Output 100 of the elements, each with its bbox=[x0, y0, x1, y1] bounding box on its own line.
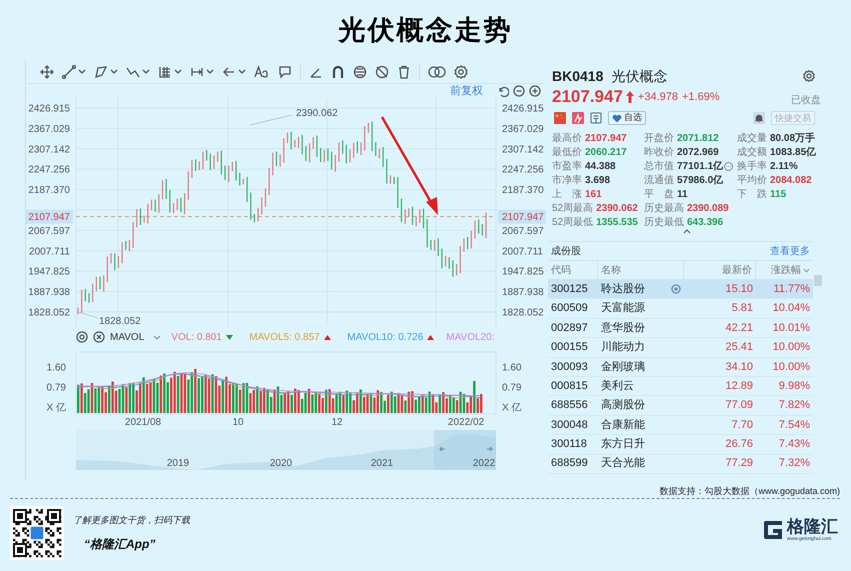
axis-label: 1.60 bbox=[46, 362, 66, 374]
caret-icon[interactable] bbox=[238, 68, 246, 75]
caret-icon[interactable] bbox=[174, 68, 182, 75]
limit-up-icon[interactable] bbox=[572, 112, 584, 124]
stat-value: 80.08万手 bbox=[770, 132, 816, 146]
handle-icon[interactable] bbox=[486, 446, 493, 452]
caret-icon[interactable] bbox=[153, 334, 162, 340]
table-row[interactable]: 002897 意华股份 42.21 10.01% bbox=[548, 318, 813, 338]
high-label: 2390.062 bbox=[296, 108, 338, 119]
stock-code: 688556 bbox=[551, 399, 588, 412]
table-row[interactable]: 300048 合康新能 7.70 7.54% bbox=[548, 416, 813, 436]
stat-label: 市盈率 bbox=[552, 160, 582, 174]
column-header[interactable]: 最新价 bbox=[722, 262, 752, 278]
legend-label: MAVOL20: bbox=[446, 330, 494, 344]
caret-icon[interactable] bbox=[110, 68, 118, 75]
stock-code: 300118 bbox=[551, 438, 587, 450]
stat-label: 昨收价 bbox=[644, 146, 674, 160]
axis-label: 0.79 bbox=[46, 382, 66, 394]
grid-tool-icon[interactable] bbox=[158, 64, 172, 78]
table-row[interactable]: 300125 聆达股份 15.10 11.77% bbox=[548, 280, 813, 300]
app-name: “格隆汇App” bbox=[84, 536, 156, 552]
stock-change: 11.77% bbox=[774, 282, 810, 295]
axis-label: 2367.029 bbox=[502, 124, 544, 135]
document-icon[interactable] bbox=[590, 112, 602, 124]
settings-icon[interactable] bbox=[803, 70, 815, 82]
scrollbar-thumb[interactable] bbox=[814, 275, 822, 286]
stat-value: 115 bbox=[770, 188, 786, 202]
stock-name: 意华股份 bbox=[601, 320, 645, 336]
stat-label: 最高价 bbox=[552, 132, 582, 146]
stock-name: 聆达股份 bbox=[601, 282, 645, 297]
magnet-icon[interactable] bbox=[331, 64, 345, 78]
stock-change: 7.43% bbox=[778, 438, 810, 450]
text-tool-icon[interactable] bbox=[254, 64, 270, 78]
table-row[interactable]: 688556 高测股份 77.09 7.82% bbox=[548, 396, 813, 416]
stat-value: 2.11% bbox=[770, 160, 798, 174]
column-header[interactable]: 涨跌幅 bbox=[771, 262, 801, 278]
price-change: +34.978 bbox=[638, 90, 678, 105]
stock-price: 7.70 bbox=[732, 418, 753, 431]
handle-icon[interactable] bbox=[439, 446, 446, 452]
settings-icon[interactable] bbox=[454, 64, 468, 78]
caret-icon[interactable] bbox=[142, 68, 150, 75]
year-label: 2019 bbox=[166, 458, 190, 469]
zoom-out-icon[interactable] bbox=[513, 85, 525, 97]
axis-label: 2007.711 bbox=[502, 246, 543, 258]
move-icon[interactable] bbox=[40, 64, 54, 78]
stock-price: 5.81 bbox=[732, 302, 753, 314]
close-icon[interactable] bbox=[93, 331, 105, 343]
overlap-icon[interactable] bbox=[428, 64, 446, 78]
stat-value: 1355.535 bbox=[596, 216, 638, 230]
axis-label: 1947.825 bbox=[28, 266, 70, 278]
low-label: 1828.052 bbox=[99, 316, 141, 326]
stock-code: 300125 bbox=[551, 282, 588, 295]
axis-label: 2247.256 bbox=[502, 164, 544, 176]
zoom-in-icon[interactable] bbox=[529, 85, 541, 97]
stat-value: 3.698 bbox=[585, 174, 610, 188]
axis-label: 1887.938 bbox=[28, 287, 70, 298]
stat-label: 下 跌 bbox=[737, 188, 767, 202]
arrow-tool-icon[interactable] bbox=[222, 64, 236, 78]
table-row[interactable]: 300093 金刚玻璃 34.10 10.00% bbox=[548, 358, 813, 377]
stock-name: 川能动力 bbox=[601, 340, 645, 356]
trash-icon[interactable] bbox=[397, 64, 411, 78]
comment-icon[interactable] bbox=[278, 64, 292, 78]
axis-label: 0.79 bbox=[502, 382, 522, 394]
caret-icon[interactable] bbox=[206, 68, 214, 75]
column-header[interactable]: 名称 bbox=[601, 262, 621, 278]
column-header[interactable]: 代码 bbox=[551, 262, 571, 278]
more-icon[interactable] bbox=[724, 162, 734, 170]
stat-value: 2390.062 bbox=[596, 202, 638, 216]
caret-icon[interactable] bbox=[78, 68, 86, 75]
stock-change: 7.32% bbox=[778, 457, 810, 470]
axis-label: 2307.142 bbox=[502, 144, 544, 156]
undo-icon[interactable] bbox=[497, 85, 509, 97]
stock-change: 7.54% bbox=[778, 418, 810, 431]
table-row[interactable]: 000155 川能动力 25.41 10.00% bbox=[548, 338, 813, 358]
table-row[interactable]: 000815 美利云 12.89 9.98% bbox=[548, 376, 813, 396]
axis-label: 1828.052 bbox=[28, 308, 70, 319]
stock-name: 东方日升 bbox=[601, 436, 645, 452]
watchlist-button[interactable]: 自选 bbox=[608, 111, 646, 125]
hide-icon[interactable] bbox=[375, 64, 389, 78]
legend-label: MAVOL5: 0.857 bbox=[249, 330, 320, 344]
axis-label: 2247.256 bbox=[28, 164, 70, 176]
axis-label: 2067.597 bbox=[502, 226, 544, 237]
table-row[interactable]: 600509 天富能源 5.81 10.04% bbox=[548, 299, 813, 319]
stock-code: 688599 bbox=[551, 457, 588, 470]
leader-line bbox=[78, 312, 98, 318]
stat-label: 成交量 bbox=[737, 132, 767, 146]
stock-price: 12.89 bbox=[725, 380, 753, 392]
target-icon[interactable] bbox=[671, 284, 681, 294]
stat-value: 2390.089 bbox=[687, 202, 729, 216]
table-row[interactable]: 688599 天合光能 77.29 7.32% bbox=[548, 454, 813, 474]
date-label: 2022/02 bbox=[448, 417, 484, 428]
settings-icon[interactable] bbox=[76, 331, 88, 343]
leader-line bbox=[250, 114, 292, 126]
shape-tool-icon[interactable] bbox=[94, 64, 108, 78]
stock-price: 25.41 bbox=[725, 341, 753, 354]
collapse-icon[interactable] bbox=[682, 229, 690, 234]
line-tool-icon[interactable] bbox=[62, 64, 76, 78]
bell-icon[interactable] bbox=[753, 112, 765, 124]
table-row[interactable]: 300118 东方日升 26.76 7.43% bbox=[548, 435, 813, 455]
axis-label: 1947.825 bbox=[502, 266, 544, 278]
